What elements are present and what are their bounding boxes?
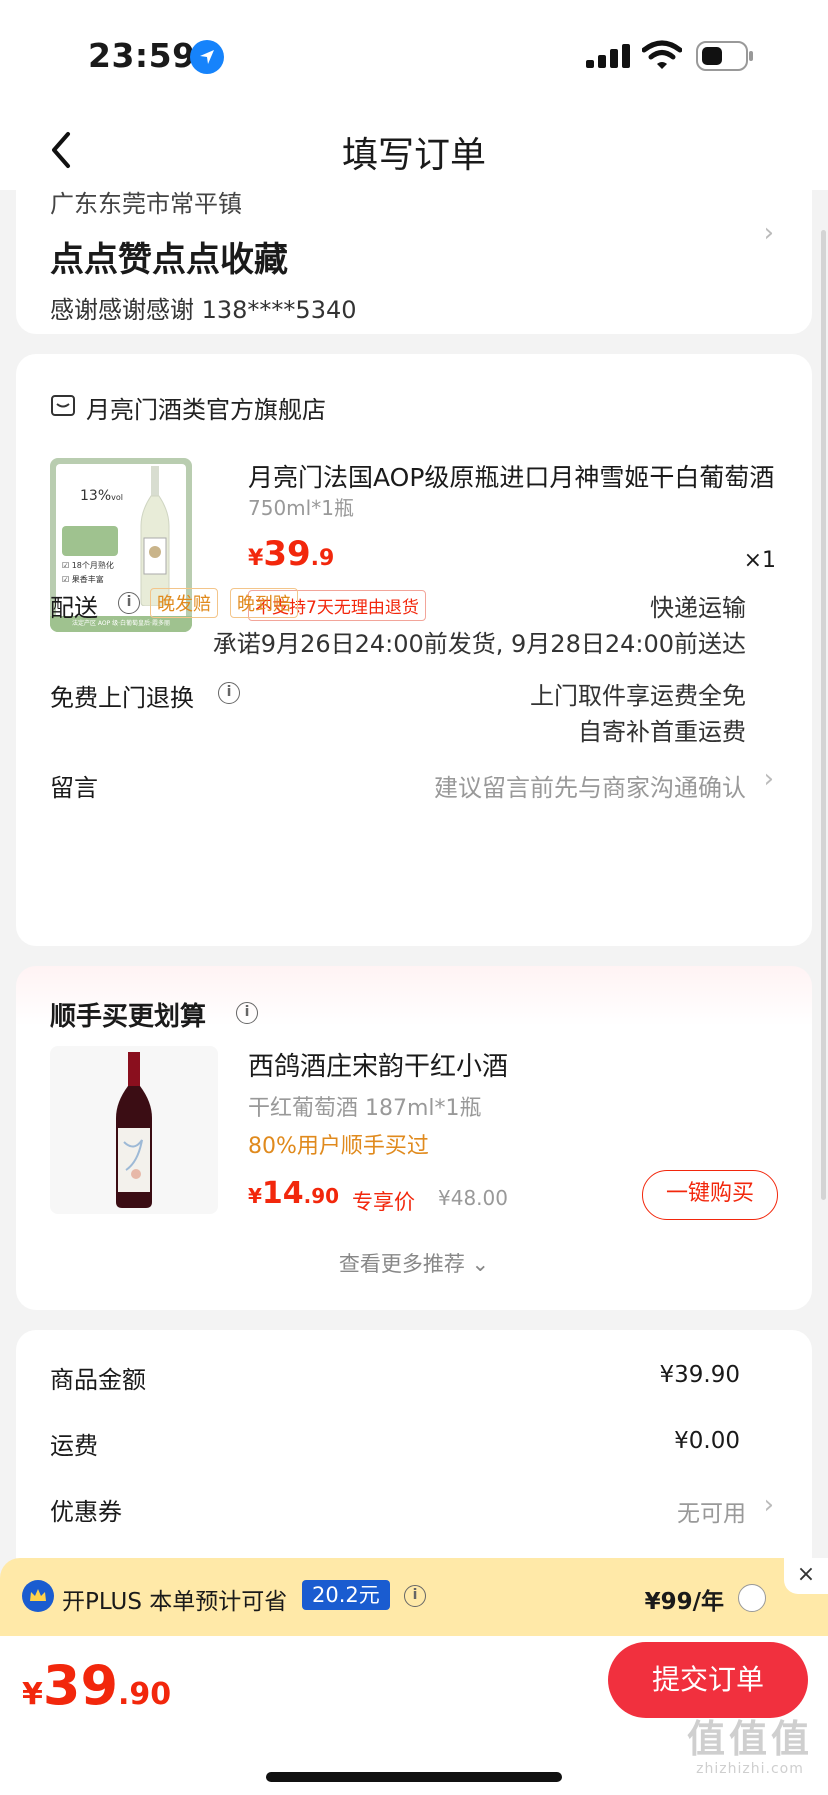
red-wine-bottle-icon xyxy=(116,1052,152,1208)
delivery-method: 快递运输 xyxy=(650,594,746,622)
recommend-info-icon[interactable]: i xyxy=(236,1002,258,1024)
recommend-price: ¥14.90 xyxy=(248,1176,340,1211)
status-time: 23:59 xyxy=(88,36,196,75)
watermark: 值值值 zhizhizhi.com xyxy=(686,1717,813,1777)
scrollbar[interactable] xyxy=(821,230,826,1200)
recommend-card: 顺手买更划算 i 西鸽酒庄宋韵干红小酒 干红葡萄酒 187ml*1瓶 80%用户… xyxy=(16,966,812,1310)
order-summary-card: 商品金额 ¥39.90 运费 ¥0.00 优惠券 无可用 › xyxy=(16,1330,812,1580)
returns-info-icon[interactable]: i xyxy=(218,682,240,704)
returns-line1: 上门取件享运费全免 xyxy=(530,682,746,710)
product-price: ¥39.9 xyxy=(248,534,335,574)
recommend-product-spec: 干红葡萄酒 187ml*1瓶 xyxy=(248,1096,482,1121)
coupon-label: 优惠券 xyxy=(50,1498,122,1526)
plus-info-icon[interactable]: i xyxy=(404,1585,426,1607)
address-detail: 点点赞点点收藏 xyxy=(50,240,288,280)
product-quantity: ×1 xyxy=(743,548,776,573)
wine-bottle-icon xyxy=(140,466,170,606)
recommend-social-proof: 80%用户顺手买过 xyxy=(248,1134,429,1159)
address-contact: 感谢感谢感谢 138****5340 xyxy=(50,296,357,324)
delivery-info-icon[interactable]: i xyxy=(118,592,140,614)
chevron-right-icon: › xyxy=(763,764,774,794)
close-icon[interactable]: × xyxy=(784,1558,828,1594)
late-arrival-tag: 晚到赔 xyxy=(230,588,298,618)
plus-text: 开PLUS 本单预计可省 xyxy=(62,1589,288,1615)
plus-price: ¥99/年 xyxy=(644,1589,724,1615)
plus-promo-bar[interactable]: 开PLUS 本单预计可省 20.2元 i ¥99/年 × xyxy=(0,1558,828,1636)
note-input[interactable]: 建议留言前先与商家沟通确认 xyxy=(434,768,746,803)
shop-icon xyxy=(51,395,75,416)
recommend-product-name[interactable]: 西鸽酒庄宋韵干红小酒 xyxy=(248,1046,508,1083)
page-title: 填写订单 xyxy=(341,135,486,176)
product-spec: 750ml*1瓶 xyxy=(248,496,354,520)
original-price: ¥48.00 xyxy=(438,1186,508,1210)
one-click-buy-button[interactable]: 一键购买 xyxy=(642,1170,778,1220)
coupon-value[interactable]: 无可用 xyxy=(677,1494,746,1528)
location-arrow-icon xyxy=(190,40,224,74)
plus-crown-icon xyxy=(22,1580,54,1612)
note-label: 留言 xyxy=(50,774,98,802)
more-recommendations-link[interactable]: 查看更多推荐 ⌄ xyxy=(16,1248,812,1278)
freight-label: 运费 xyxy=(50,1432,98,1460)
delivery-promise: 承诺9月26日24:00前发货, 9月28日24:00前送达 xyxy=(212,630,746,658)
recommend-title: 顺手买更划算 xyxy=(50,1002,207,1032)
battery-icon xyxy=(696,41,753,71)
wifi-icon xyxy=(642,40,682,69)
chevron-down-icon: ⌄ xyxy=(471,1252,490,1276)
returns-line2: 自寄补首重运费 xyxy=(578,718,746,746)
total-price: ¥39.90 xyxy=(22,1654,172,1717)
late-ship-tag: 晚发赔 xyxy=(150,588,218,618)
address-card[interactable]: 广东东莞市常平镇 点点赞点点收藏 感谢感谢感谢 138****5340 › xyxy=(16,178,812,334)
address-region: 广东东莞市常平镇 xyxy=(50,190,242,218)
status-bar: 23:59 xyxy=(0,0,828,110)
product-title[interactable]: 月亮门法国AOP级原瓶进口月神雪姬干白葡萄酒 xyxy=(248,458,784,494)
chevron-right-icon: › xyxy=(763,218,774,248)
exclusive-price-label: 专享价 xyxy=(352,1190,415,1214)
home-indicator[interactable] xyxy=(266,1772,562,1782)
goods-amount-label: 商品金额 xyxy=(50,1366,146,1394)
chevron-right-icon: › xyxy=(763,1490,774,1520)
freight-value: ¥0.00 xyxy=(674,1428,740,1454)
goods-amount-value: ¥39.90 xyxy=(659,1362,740,1388)
plus-select-radio[interactable] xyxy=(738,1584,766,1612)
signal-icon xyxy=(586,44,630,68)
submit-order-button[interactable]: 提交订单 xyxy=(608,1642,808,1718)
returns-label: 免费上门退换 xyxy=(50,684,194,712)
recommend-product-image[interactable] xyxy=(50,1046,218,1214)
bottom-bar: ¥39.90 提交订单 值值值 zhizhizhi.com xyxy=(0,1636,828,1795)
shop-name[interactable]: 月亮门酒类官方旗舰店 xyxy=(86,390,326,425)
delivery-label: 配送 xyxy=(50,594,98,622)
plus-saving-badge: 20.2元 xyxy=(302,1580,390,1610)
shop-card: 月亮门酒类官方旗舰店 13%vol ☑ 18个月熟化 ☑ 果香丰富 法定产区 A… xyxy=(16,354,812,946)
